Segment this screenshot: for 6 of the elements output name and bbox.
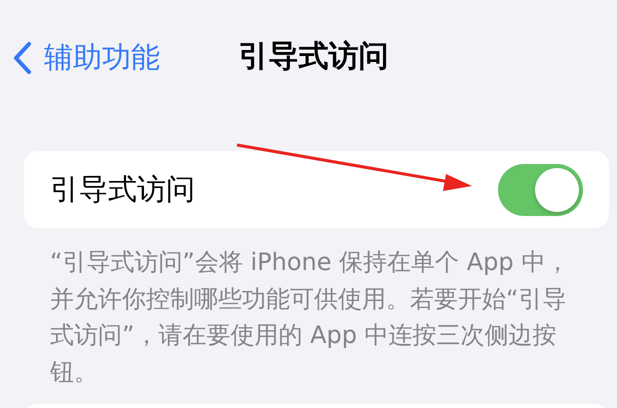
chevron-left-icon xyxy=(12,41,32,75)
back-button[interactable]: 辅助功能 xyxy=(12,38,160,78)
description-text: “引导式访问”会将 iPhone 保持在单个 App 中，并允许你控制哪些功能可供使用。若要开始“引导式访问”，请在要使用的 App 中连按三次侧边按钮。 xyxy=(50,247,570,388)
setting-label: 引导式访问 xyxy=(50,170,195,208)
page-title: 引导式访问 xyxy=(238,38,388,76)
toggle-switch[interactable] xyxy=(498,164,583,216)
